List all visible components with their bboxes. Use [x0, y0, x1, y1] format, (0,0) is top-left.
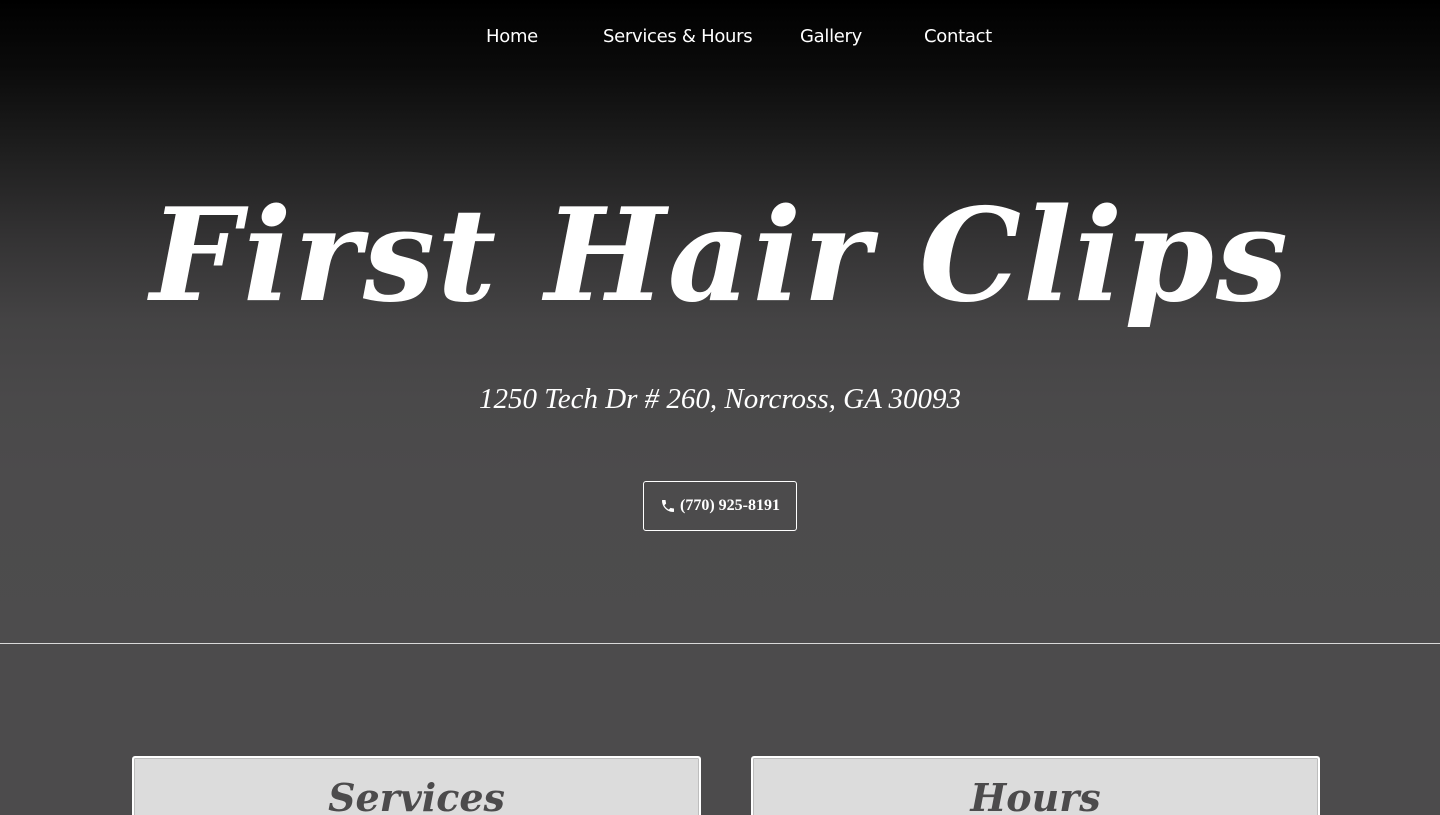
services-heading: Services [328, 775, 505, 815]
phone-icon [662, 500, 674, 512]
phone-number: (770) 925-8191 [680, 497, 780, 514]
nav-link-services-hours[interactable]: Services & Hours [603, 26, 753, 47]
business-address: 1250 Tech Dr # 260, Norcross, GA 30093 [478, 383, 962, 415]
top-navigation: Home Services & Hours Gallery Contact [0, 0, 1440, 75]
nav-link-gallery[interactable]: Gallery [800, 26, 862, 47]
call-phone-button[interactable]: (770) 925-8191 [643, 481, 797, 531]
site-title: First Hair Clips [150, 181, 1290, 331]
nav-link-contact[interactable]: Contact [924, 26, 992, 47]
section-divider [0, 643, 1440, 644]
hours-heading: Hours [970, 775, 1101, 815]
hero-section: Home Services & Hours Gallery Contact Fi… [0, 0, 1440, 643]
nav-link-home[interactable]: Home [486, 26, 538, 47]
hours-card: Hours [751, 756, 1320, 815]
services-card: Services [132, 756, 701, 815]
